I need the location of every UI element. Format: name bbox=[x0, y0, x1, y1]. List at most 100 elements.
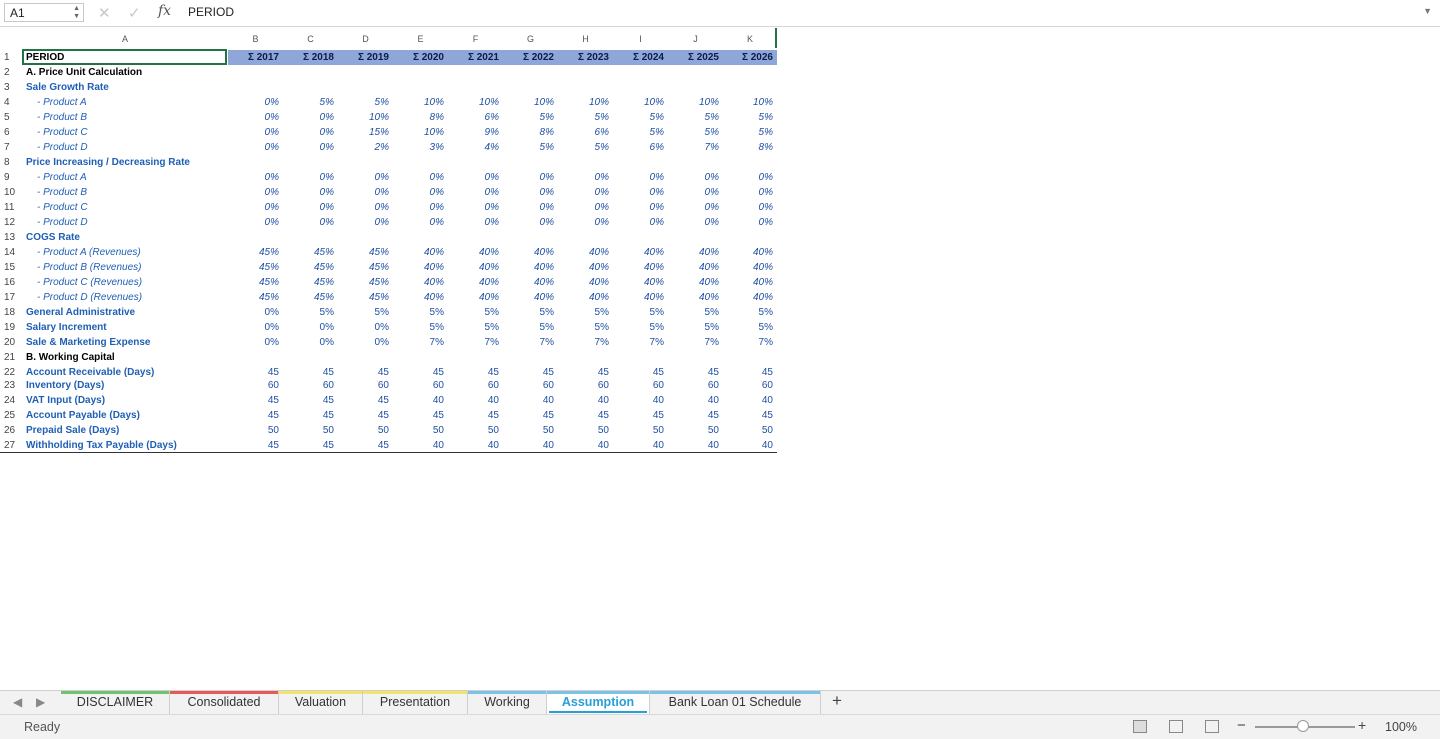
row-number[interactable]: 2 bbox=[0, 65, 22, 80]
value-cell[interactable]: 9% bbox=[448, 125, 503, 140]
row-number[interactable]: 5 bbox=[0, 110, 22, 125]
value-cell[interactable]: 5% bbox=[723, 320, 777, 335]
value-cell[interactable]: 45 bbox=[228, 438, 283, 453]
value-cell[interactable]: 0% bbox=[558, 215, 613, 230]
value-cell[interactable]: 5% bbox=[283, 95, 338, 110]
row-label[interactable]: General Administrative bbox=[24, 305, 228, 320]
value-cell[interactable]: 0% bbox=[393, 215, 448, 230]
value-cell[interactable]: 5% bbox=[668, 320, 723, 335]
value-cell[interactable]: 40% bbox=[503, 275, 558, 290]
row-label[interactable]: Inventory (Days) bbox=[24, 378, 228, 393]
value-cell[interactable]: 45 bbox=[338, 393, 393, 408]
year-header[interactable]: Σ 2022 bbox=[503, 50, 558, 65]
value-cell[interactable]: 45 bbox=[283, 408, 338, 423]
value-cell[interactable]: 40% bbox=[503, 260, 558, 275]
row-number[interactable]: 17 bbox=[0, 290, 22, 305]
sheet-tab[interactable]: Working bbox=[468, 691, 547, 714]
value-cell[interactable]: 50 bbox=[503, 423, 558, 438]
value-cell[interactable]: 40 bbox=[668, 438, 723, 453]
value-cell[interactable]: 0% bbox=[613, 215, 668, 230]
value-cell[interactable]: 60 bbox=[283, 378, 338, 393]
column-header-d[interactable]: D bbox=[338, 30, 393, 50]
value-cell[interactable]: 60 bbox=[723, 378, 777, 393]
value-cell[interactable]: 40% bbox=[503, 245, 558, 260]
row-number[interactable]: 23 bbox=[0, 378, 22, 393]
value-cell[interactable]: 40 bbox=[448, 438, 503, 453]
row-label[interactable]: - Product D bbox=[24, 215, 228, 230]
column-header-j[interactable]: J bbox=[668, 30, 723, 50]
value-cell[interactable]: 0% bbox=[338, 170, 393, 185]
row-label[interactable]: - Product C bbox=[24, 125, 228, 140]
value-cell[interactable]: 0% bbox=[613, 185, 668, 200]
value-cell[interactable]: 10% bbox=[448, 95, 503, 110]
row-label[interactable]: Account Payable (Days) bbox=[24, 408, 228, 423]
value-cell[interactable]: 40 bbox=[448, 393, 503, 408]
value-cell[interactable]: 0% bbox=[338, 200, 393, 215]
row-label[interactable]: Salary Increment bbox=[24, 320, 228, 335]
value-cell[interactable]: 45 bbox=[283, 393, 338, 408]
value-cell[interactable]: 10% bbox=[503, 95, 558, 110]
value-cell[interactable]: 60 bbox=[228, 378, 283, 393]
value-cell[interactable]: 4% bbox=[448, 140, 503, 155]
value-cell[interactable]: 0% bbox=[228, 140, 283, 155]
page-break-view-icon[interactable] bbox=[1205, 720, 1219, 733]
value-cell[interactable]: 5% bbox=[393, 305, 448, 320]
value-cell[interactable]: 50 bbox=[393, 423, 448, 438]
value-cell[interactable]: 40% bbox=[613, 245, 668, 260]
value-cell[interactable]: 45 bbox=[503, 408, 558, 423]
value-cell[interactable]: 0% bbox=[283, 110, 338, 125]
row-label[interactable]: Withholding Tax Payable (Days) bbox=[24, 438, 228, 453]
add-sheet-button[interactable]: + bbox=[832, 691, 842, 711]
column-header-h[interactable]: H bbox=[558, 30, 613, 50]
value-cell[interactable]: 7% bbox=[503, 335, 558, 350]
period-label[interactable]: PERIOD bbox=[24, 50, 228, 65]
row-label[interactable]: - Product A bbox=[24, 170, 228, 185]
row-number[interactable]: 18 bbox=[0, 305, 22, 320]
value-cell[interactable]: 40 bbox=[668, 393, 723, 408]
value-cell[interactable]: 40% bbox=[393, 275, 448, 290]
value-cell[interactable]: 45 bbox=[228, 408, 283, 423]
value-cell[interactable]: 40% bbox=[613, 275, 668, 290]
value-cell[interactable]: 0% bbox=[503, 170, 558, 185]
row-number[interactable]: 13 bbox=[0, 230, 22, 245]
row-label[interactable]: - Product C bbox=[24, 200, 228, 215]
value-cell[interactable]: 5% bbox=[668, 125, 723, 140]
value-cell[interactable]: 10% bbox=[723, 95, 777, 110]
value-cell[interactable]: 10% bbox=[393, 95, 448, 110]
value-cell[interactable]: 0% bbox=[228, 95, 283, 110]
value-cell[interactable]: 45 bbox=[668, 408, 723, 423]
value-cell[interactable]: 5% bbox=[448, 305, 503, 320]
value-cell[interactable]: 6% bbox=[613, 140, 668, 155]
value-cell[interactable]: 45 bbox=[558, 408, 613, 423]
value-cell[interactable]: 0% bbox=[448, 200, 503, 215]
year-header[interactable]: Σ 2018 bbox=[283, 50, 338, 65]
value-cell[interactable]: 45 bbox=[393, 408, 448, 423]
value-cell[interactable]: 0% bbox=[393, 185, 448, 200]
value-cell[interactable]: 0% bbox=[283, 215, 338, 230]
year-header[interactable]: Σ 2026 bbox=[723, 50, 777, 65]
row-number[interactable]: 20 bbox=[0, 335, 22, 350]
value-cell[interactable]: 0% bbox=[503, 200, 558, 215]
value-cell[interactable]: 45% bbox=[338, 245, 393, 260]
row-number[interactable]: 1 bbox=[0, 50, 22, 65]
value-cell[interactable]: 7% bbox=[613, 335, 668, 350]
column-header-b[interactable]: B bbox=[228, 30, 283, 50]
value-cell[interactable]: 50 bbox=[613, 423, 668, 438]
value-cell[interactable]: 0% bbox=[723, 170, 777, 185]
value-cell[interactable]: 40 bbox=[503, 393, 558, 408]
value-cell[interactable]: 40% bbox=[393, 290, 448, 305]
value-cell[interactable]: 0% bbox=[283, 185, 338, 200]
value-cell[interactable]: 7% bbox=[558, 335, 613, 350]
value-cell[interactable]: 40% bbox=[613, 290, 668, 305]
value-cell[interactable]: 40% bbox=[558, 260, 613, 275]
row-label[interactable]: COGS Rate bbox=[24, 230, 228, 245]
value-cell[interactable]: 45% bbox=[338, 275, 393, 290]
column-header-a[interactable]: A bbox=[22, 30, 228, 50]
value-cell[interactable]: 0% bbox=[283, 335, 338, 350]
value-cell[interactable]: 7% bbox=[668, 140, 723, 155]
value-cell[interactable]: 45% bbox=[228, 245, 283, 260]
value-cell[interactable]: 40 bbox=[723, 438, 777, 453]
zoom-in-button[interactable]: + bbox=[1358, 717, 1366, 733]
value-cell[interactable]: 0% bbox=[393, 200, 448, 215]
value-cell[interactable]: 0% bbox=[283, 170, 338, 185]
